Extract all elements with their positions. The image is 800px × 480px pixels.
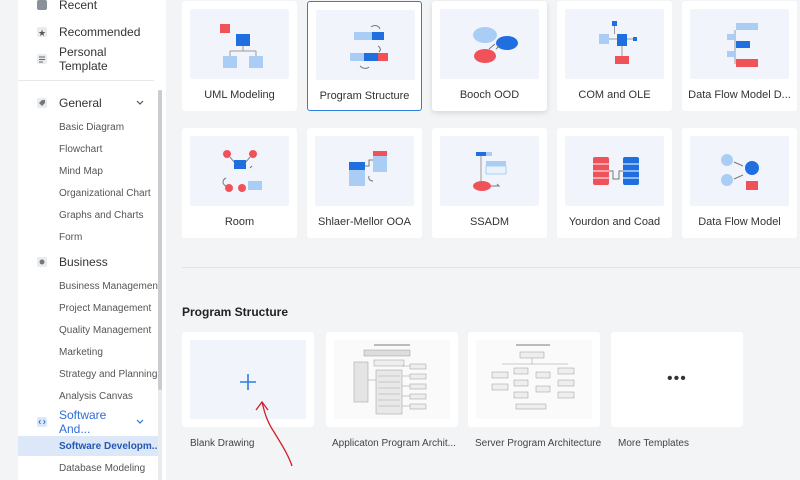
clock-icon [36,0,48,11]
booch-cloud-icon [440,9,539,79]
diagram-type-label: Room [224,216,255,228]
blank-drawing-canvas [190,340,306,467]
room-diagram-icon [190,136,289,206]
diagram-type-shlaer-mellor-ooa[interactable]: Shlaer-Mellor OOA [307,128,422,238]
diagram-type-program-structure[interactable]: Program Structure [307,1,422,111]
sidebar-item-graphs-and-charts[interactable]: Graphs and Charts [18,205,158,225]
diagram-type-ssadm[interactable]: SSADM [432,128,547,238]
section-title: Program Structure [182,305,289,319]
diagram-type-label: SSADM [469,216,510,228]
diagram-type-yourdon-and-coad[interactable]: Yourdon and Coad [557,128,672,238]
server-architecture-thumbnail [476,340,592,419]
sidebar-item-project-management[interactable]: Project Management [18,298,158,318]
diagram-type-data-flow-model[interactable]: Data Flow Model [682,128,797,238]
sidebar-category-business[interactable]: Business [18,251,158,273]
diagram-type-label: COM and OLE [578,89,651,101]
diagram-type-label: Program Structure [319,90,410,102]
sidebar-item-business-management[interactable]: Business Management [18,276,161,296]
business-icon [36,256,48,268]
diagram-type-com-and-ole[interactable]: COM and OLE [557,1,672,111]
chevron-down-icon [136,419,144,425]
uml-diagram-icon [190,9,289,79]
template-application-program-architecture[interactable] [326,332,458,427]
scrollbar-thumb[interactable] [158,90,162,390]
template-more-templates[interactable]: ••• [611,332,743,427]
svg-text:★: ★ [38,28,46,38]
diagram-type-label: UML Modeling [204,89,275,101]
template-label: Server Program Architecture [475,438,602,449]
sidebar-item-form[interactable]: Form [18,227,158,247]
sidebar-category-software[interactable]: Software And... [18,408,158,436]
template-server-program-architecture[interactable] [468,332,600,427]
diagram-type-room[interactable]: Room [182,128,297,238]
section-divider [182,267,800,268]
sidebar-item-organizational-chart[interactable]: Organizational Chart [18,183,158,203]
architecture-thumbnail [334,340,450,419]
star-icon: ★ [36,26,48,38]
template-label: Blank Drawing [190,438,255,449]
diagram-type-label: Data Flow Model D... [688,89,791,101]
more-icon: ••• [667,370,687,387]
sidebar-item-label: Recommended [59,25,141,39]
sidebar-item-recent[interactable]: Recent [18,0,158,17]
sidebar-category-label: Business [59,255,108,269]
data-flow-icon [690,136,789,206]
diagram-type-label: Booch OOD [459,89,520,101]
data-flow-model-icon [690,9,789,79]
sidebar-item-software-development[interactable]: Software Developm... [18,436,160,456]
tag-icon [36,97,48,109]
sidebar: Recent ★ Recommended Personal Template G… [18,0,166,480]
diagram-type-label: Data Flow Model [698,216,781,228]
template-label: More Templates [618,438,689,449]
main-content: UML Modeling Program Structure Booch OOD… [166,0,800,480]
sidebar-item-personal-template[interactable]: Personal Template [18,45,158,73]
sidebar-item-strategy-and-planning[interactable]: Strategy and Planning [18,364,158,384]
sidebar-item-label: Personal Template [59,45,108,73]
ssadm-icon [440,136,539,206]
template-icon [36,53,48,65]
template-blank-drawing[interactable] [182,332,314,467]
diagram-type-label: Yourdon and Coad [568,216,661,228]
annotation-arrow-icon [255,400,293,467]
program-structure-icon [316,10,415,80]
chevron-down-icon [136,100,144,106]
sidebar-category-label: Software And... [59,408,107,436]
code-icon [36,416,48,428]
sidebar-item-basic-diagram[interactable]: Basic Diagram [18,117,158,137]
template-label: Applicaton Program Archit... [332,438,456,449]
sidebar-item-database-modeling[interactable]: Database Modeling [18,458,158,478]
sidebar-item-label: Recent [59,0,98,12]
sidebar-category-general[interactable]: General [18,92,158,114]
sidebar-item-recommended[interactable]: ★ Recommended [18,20,158,44]
sidebar-item-mind-map[interactable]: Mind Map [18,161,158,181]
sidebar-category-label: General [59,96,102,110]
sidebar-item-marketing[interactable]: Marketing [18,342,158,362]
sidebar-item-flowchart[interactable]: Flowchart [18,139,158,159]
more-templates-area: ••• [619,340,735,419]
plus-icon [240,374,256,390]
sidebar-scrollbar[interactable] [158,90,162,480]
diagram-type-data-flow-model-d[interactable]: Data Flow Model D... [682,1,797,111]
sidebar-divider [18,80,154,81]
sidebar-item-analysis-canvas[interactable]: Analysis Canvas [18,386,158,406]
diagram-type-booch-ood[interactable]: Booch OOD [432,1,547,111]
shlaer-mellor-icon [315,136,414,206]
yourdon-coad-icon [565,136,664,206]
sidebar-item-quality-management[interactable]: Quality Management [18,320,158,340]
com-ole-icon [565,9,664,79]
diagram-type-label: Shlaer-Mellor OOA [318,216,411,228]
diagram-type-uml-modeling[interactable]: UML Modeling [182,1,297,111]
